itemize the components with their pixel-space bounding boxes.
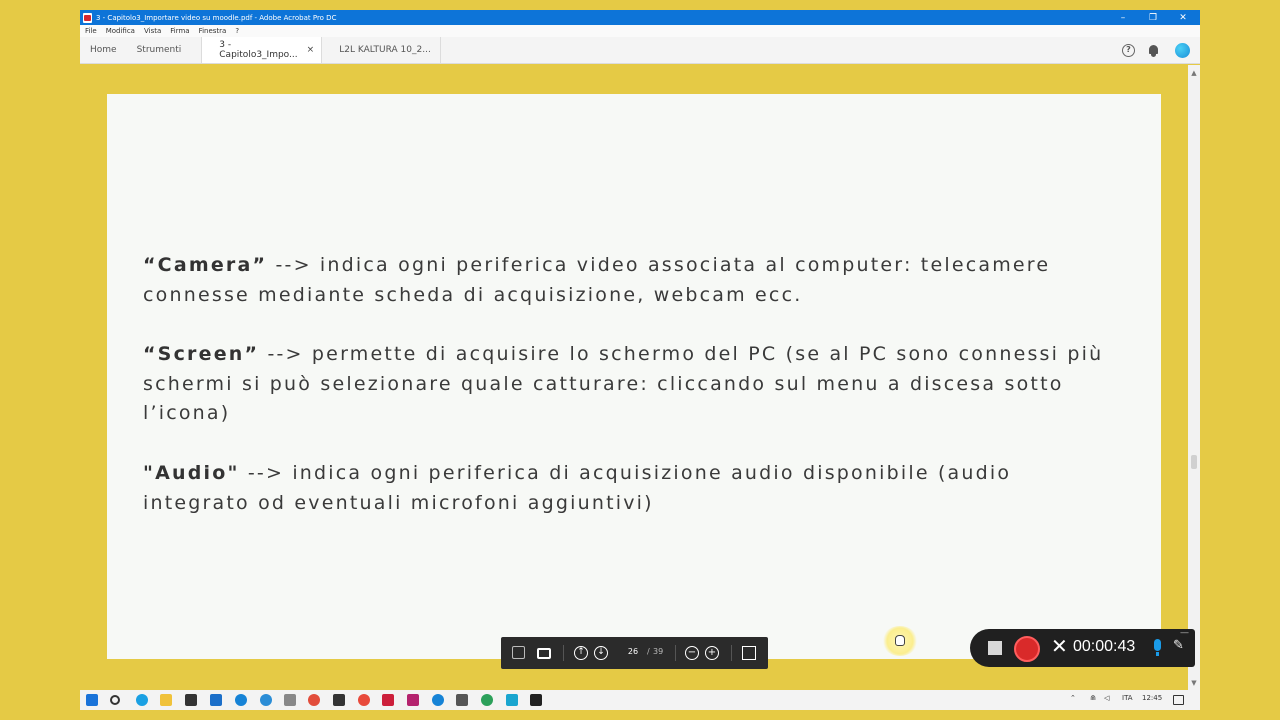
text-screen: --> permette di acquisire lo schermo del… [143, 343, 1104, 424]
restore-button[interactable]: ❐ [1138, 10, 1168, 25]
cancel-recording-icon[interactable]: ✕ [1051, 634, 1068, 658]
header-icons: ? [1122, 37, 1200, 64]
microphone-icon[interactable] [1154, 639, 1161, 656]
menu-finestra[interactable]: Finestra [199, 27, 227, 35]
next-page-icon[interactable]: ↓ [594, 646, 608, 660]
tab-document-2-label: L2L KALTURA 10_2... [339, 45, 431, 55]
windows-taskbar: ⌃ ⋒ ◁ ITA 12:45 [80, 690, 1200, 710]
menu-vista[interactable]: Vista [144, 27, 161, 35]
search-icon[interactable] [110, 695, 120, 705]
tab-tools[interactable]: Strumenti [127, 37, 202, 63]
page-separator: / [647, 647, 650, 656]
save-icon[interactable] [512, 646, 525, 659]
tab-bar: Home Strumenti 3 - Capitolo3_Impo... × L… [80, 37, 1200, 64]
print-icon[interactable] [537, 648, 551, 659]
tab-home[interactable]: Home [80, 37, 127, 63]
text-camera: --> indica ogni periferica video associa… [143, 254, 1051, 306]
windows-start-icon[interactable] [86, 694, 98, 706]
terminal-icon[interactable] [333, 694, 345, 706]
previous-page-icon[interactable]: ↑ [574, 646, 588, 660]
chrome-alt-icon[interactable] [358, 694, 370, 706]
close-window-button[interactable]: ✕ [1168, 10, 1198, 25]
page-total: 39 [653, 647, 664, 656]
menu-file[interactable]: File [85, 27, 97, 35]
vertical-scrollbar[interactable]: ▲ ▼ [1188, 65, 1200, 690]
floating-page-toolbar: ↑ ↓ 26 / 39 − + [501, 637, 768, 669]
title-bar: 3 - Capitolo3_Importare video su moodle.… [80, 10, 1200, 25]
network-icon[interactable]: ⋒ [1090, 694, 1096, 702]
hand-cursor-icon [895, 635, 905, 646]
scroll-up-icon[interactable]: ▲ [1190, 69, 1198, 77]
document-area[interactable]: “Camera” --> indica ogni periferica vide… [80, 65, 1188, 690]
volume-icon[interactable]: ◁ [1104, 694, 1109, 702]
scroll-down-icon[interactable]: ▼ [1190, 679, 1198, 687]
recorder-taskbar-icon[interactable] [530, 694, 542, 706]
tab-document-active[interactable]: 3 - Capitolo3_Impo... × [201, 37, 322, 63]
zoom-in-icon[interactable]: + [705, 646, 719, 660]
acrobat-taskbar-icon[interactable] [382, 694, 394, 706]
account-globe-icon[interactable] [1175, 43, 1190, 58]
term-camera: “Camera” [143, 254, 268, 276]
app-icon[interactable] [456, 694, 468, 706]
pdf-page: “Camera” --> indica ogni periferica vide… [107, 94, 1161, 659]
paragraph-screen: “Screen” --> permette di acquisire lo sc… [143, 340, 1123, 429]
toolbar-divider [675, 645, 676, 661]
calculator-icon[interactable] [284, 694, 296, 706]
skype-2-icon[interactable] [432, 694, 444, 706]
store-icon[interactable] [185, 694, 197, 706]
tab-close-icon[interactable]: × [307, 45, 315, 55]
record-button[interactable] [1014, 636, 1040, 662]
fit-page-icon[interactable] [742, 646, 756, 660]
recording-timer: 00:00:43 [1073, 638, 1136, 655]
skype-icon[interactable] [235, 694, 247, 706]
file-explorer-icon[interactable] [160, 694, 172, 706]
acrobat-window: 3 - Capitolo3_Importare video su moodle.… [80, 10, 1200, 690]
page-number-input[interactable]: 26 [623, 647, 643, 656]
minimize-button[interactable]: – [1108, 10, 1138, 25]
toolbar-divider [563, 645, 564, 661]
acrobat-pdf-icon [83, 12, 92, 23]
language-indicator[interactable]: ITA [1122, 694, 1133, 702]
tab-document-label: 3 - Capitolo3_Impo... [219, 40, 298, 60]
help-icon[interactable]: ? [1122, 44, 1135, 57]
menu-bar: File Modifica Vista Firma Finestra ? [80, 25, 1200, 37]
chrome-icon[interactable] [308, 694, 320, 706]
acrobat-2-taskbar-icon[interactable] [407, 694, 419, 706]
menu-help[interactable]: ? [235, 27, 239, 35]
bell-icon[interactable] [1148, 44, 1159, 57]
browser-icon[interactable] [260, 694, 272, 706]
cursor-highlight [882, 626, 918, 656]
term-screen: “Screen” [143, 343, 260, 365]
notifications-icon[interactable] [1173, 695, 1184, 705]
mail-icon[interactable] [210, 694, 222, 706]
zoom-out-icon[interactable]: − [685, 646, 699, 660]
text-audio: --> indica ogni periferica di acquisizio… [143, 462, 1012, 514]
scroll-thumb[interactable] [1191, 455, 1197, 469]
chrome-3-icon[interactable] [481, 694, 493, 706]
tray-chevron-icon[interactable]: ⌃ [1070, 694, 1076, 702]
tab-document-2[interactable]: L2L KALTURA 10_2... [321, 37, 442, 63]
app-2-icon[interactable] [506, 694, 518, 706]
toolbar-divider [731, 645, 732, 661]
menu-firma[interactable]: Firma [170, 27, 189, 35]
edge-icon[interactable] [136, 694, 148, 706]
clock[interactable]: 12:45 [1142, 694, 1162, 702]
window-title: 3 - Capitolo3_Importare video su moodle.… [96, 13, 337, 22]
screen-recorder-widget: ✕ 00:00:43 ✎ — [970, 628, 1195, 667]
paragraph-audio: "Audio" --> indica ogni periferica di ac… [143, 459, 1123, 518]
term-audio: "Audio" [143, 462, 240, 484]
recorder-minimize-icon[interactable]: — [1180, 628, 1189, 638]
menu-modifica[interactable]: Modifica [106, 27, 135, 35]
stop-recording-button[interactable] [988, 641, 1002, 655]
paragraph-camera: “Camera” --> indica ogni periferica vide… [143, 251, 1123, 310]
pen-icon[interactable]: ✎ [1173, 638, 1184, 653]
